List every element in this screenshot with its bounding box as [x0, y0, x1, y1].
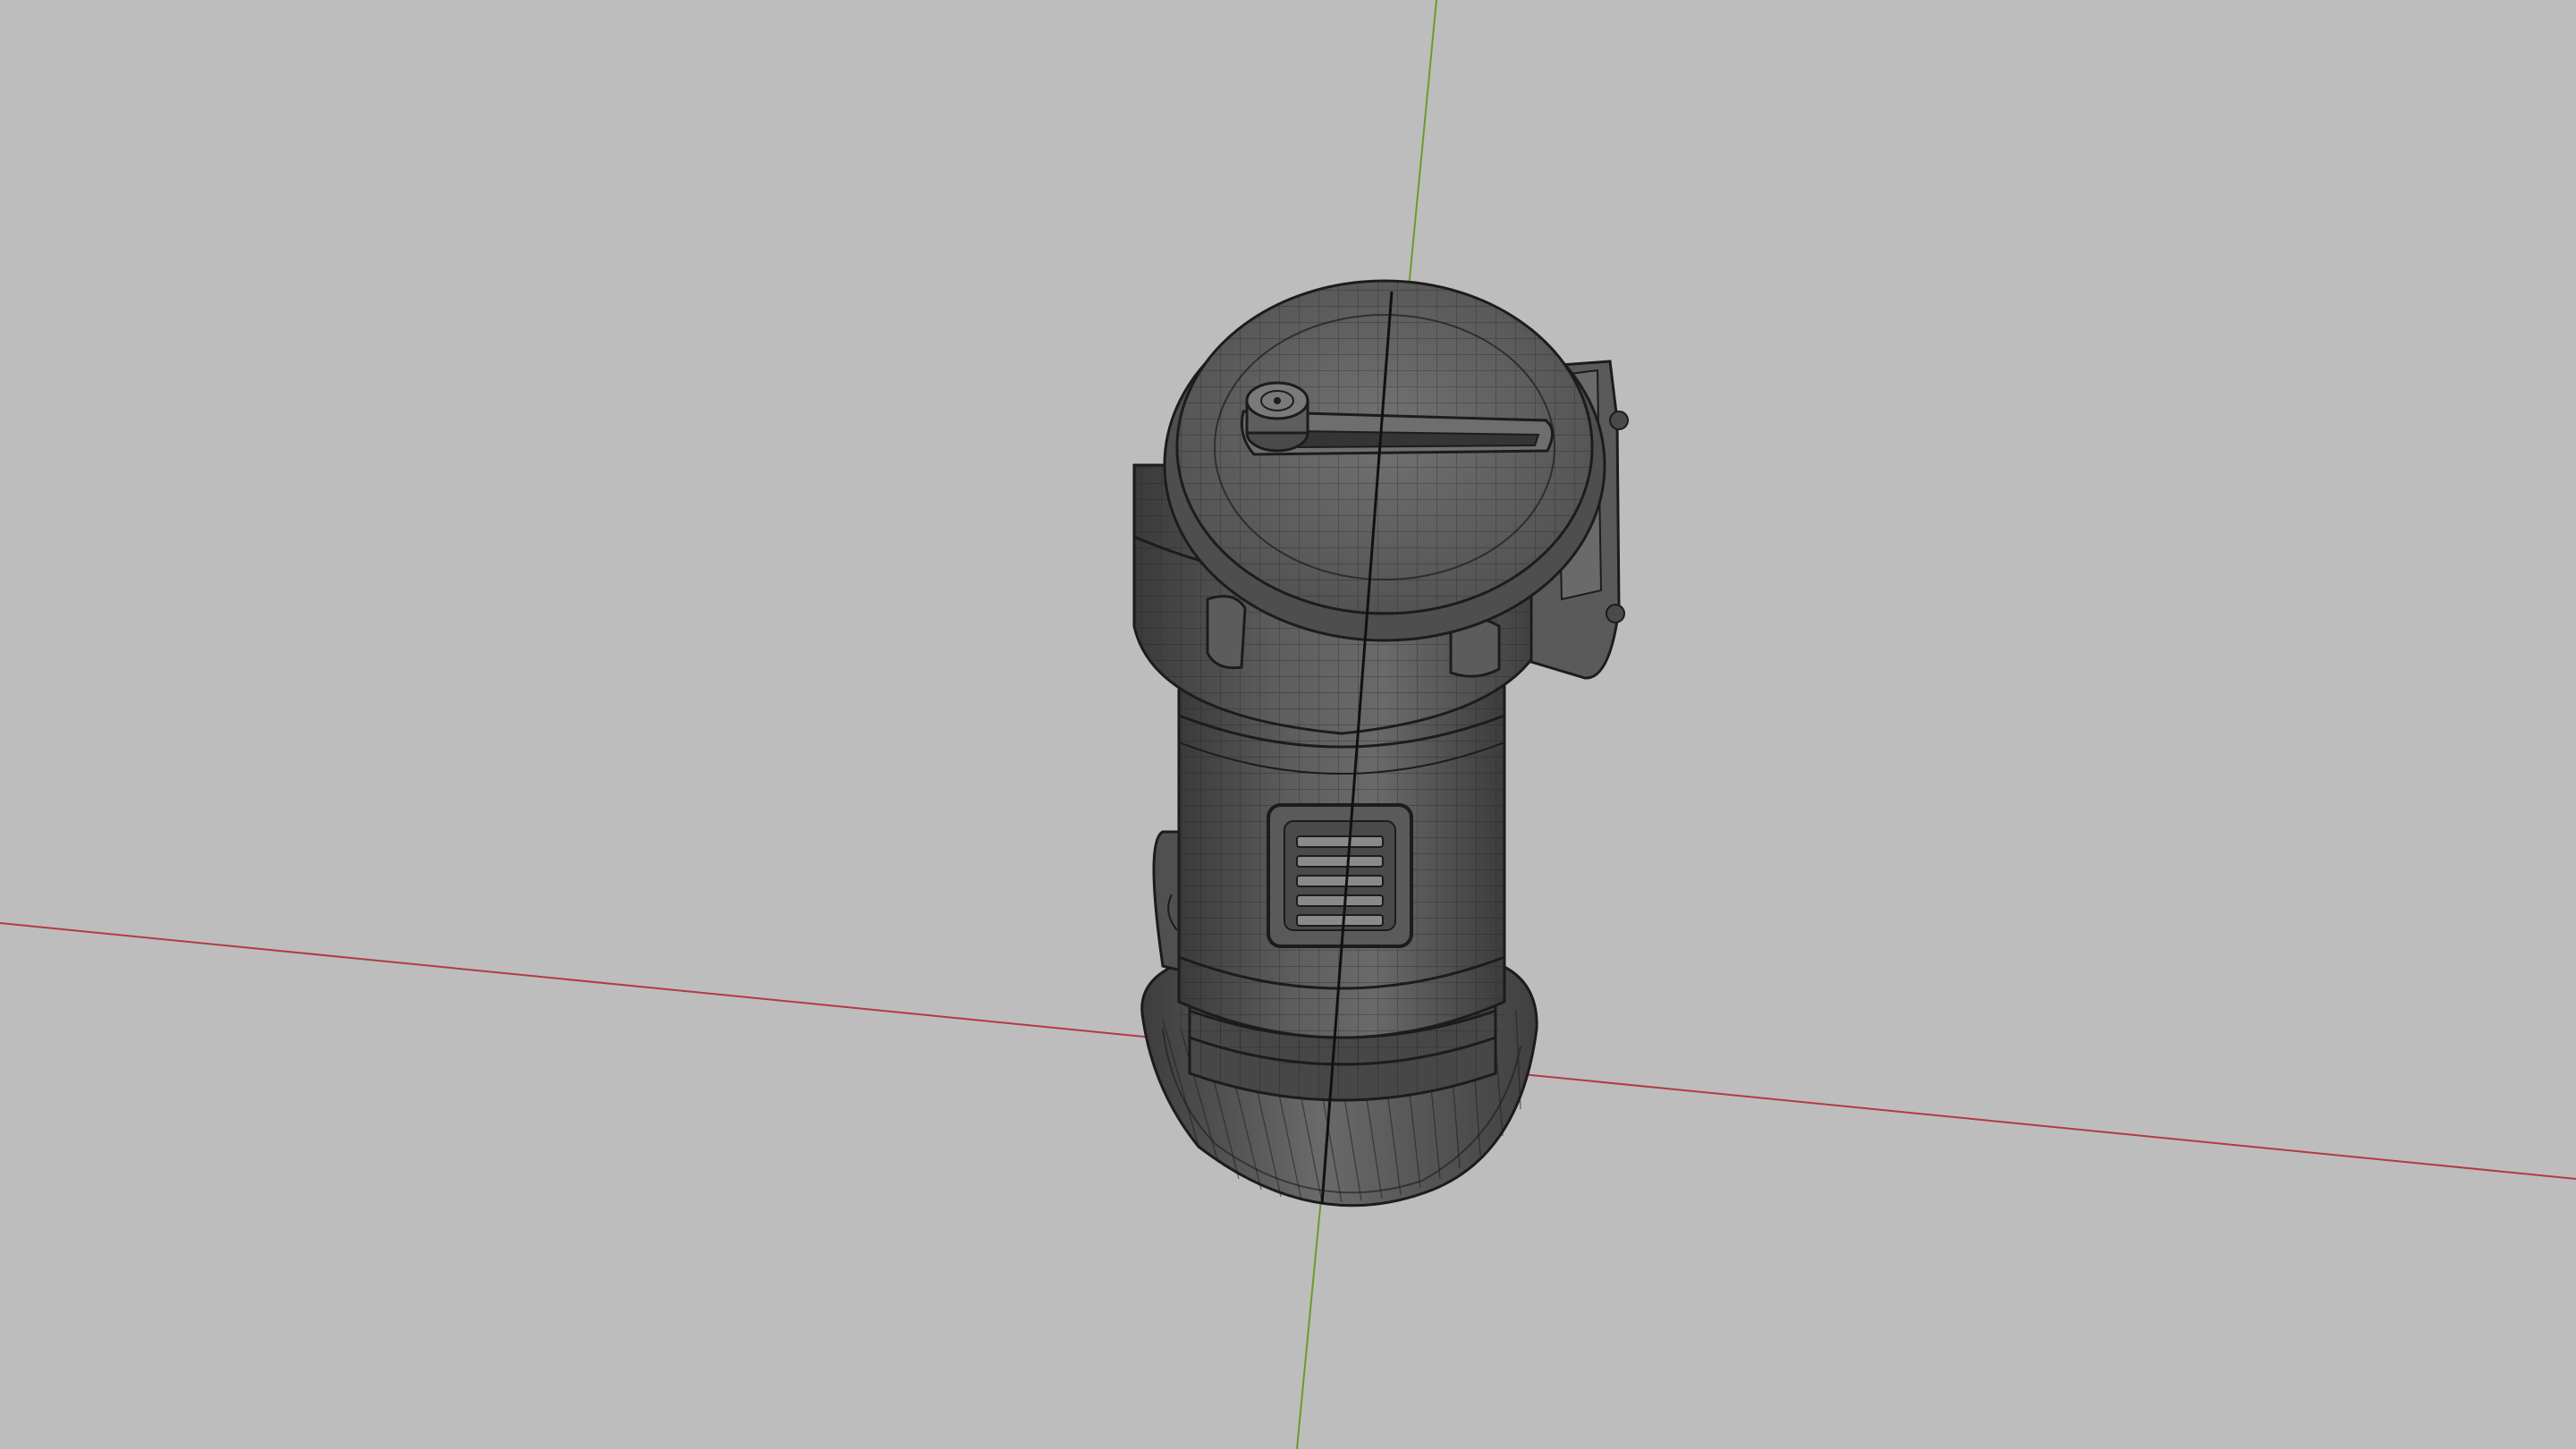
vent-panel[interactable] — [1267, 803, 1413, 948]
top-cap[interactable] — [1163, 279, 1606, 642]
mesh-object[interactable] — [1132, 279, 1629, 1208]
scene-canvas[interactable] — [0, 0, 2576, 1449]
dial-knob[interactable] — [1245, 381, 1309, 453]
3d-viewport[interactable] — [0, 0, 2576, 1449]
